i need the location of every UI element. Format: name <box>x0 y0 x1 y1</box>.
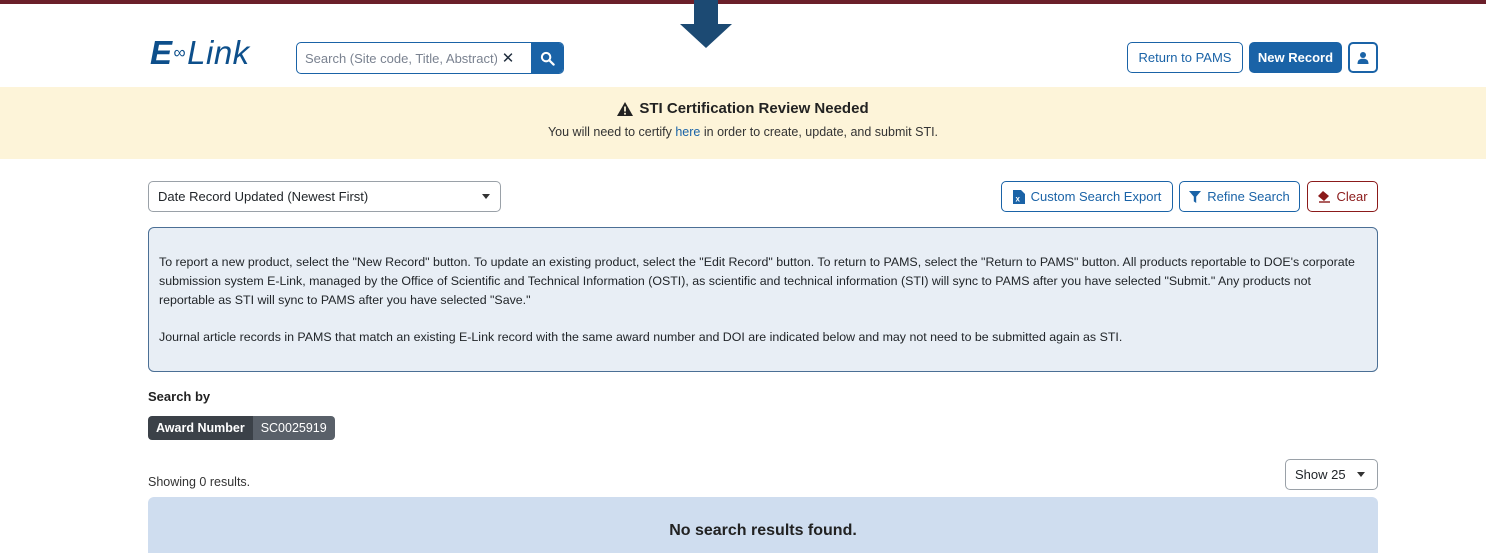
clear-label: Clear <box>1336 189 1368 204</box>
logo-letter-e: E <box>150 34 173 71</box>
search-button[interactable] <box>531 43 563 73</box>
search-box: ✕ <box>296 42 564 74</box>
instructions-panel: To report a new product, select the "New… <box>148 227 1378 372</box>
banner-title-text: STI Certification Review Needed <box>639 100 869 117</box>
filter-icon <box>1189 190 1202 203</box>
results-count: Showing 0 results. <box>148 475 251 489</box>
page-size-value: Show 25 <box>1295 467 1346 482</box>
banner-message-end: in order to create, update, and submit S… <box>700 125 939 139</box>
award-number-filter-chip[interactable]: Award Number SC0025919 <box>148 416 335 440</box>
refine-search-label: Refine Search <box>1207 189 1290 204</box>
return-to-pams-button[interactable]: Return to PAMS <box>1127 42 1243 73</box>
clear-button[interactable]: Clear <box>1307 181 1378 212</box>
chevron-down-icon <box>482 194 490 199</box>
clear-search-icon[interactable]: ✕ <box>497 49 519 67</box>
svg-text:x: x <box>1015 194 1020 203</box>
chevron-down-icon <box>1357 472 1365 477</box>
filter-chip-value: SC0025919 <box>252 416 335 440</box>
banner-message: You will need to certify here in order t… <box>0 125 1486 139</box>
warning-icon <box>617 101 634 116</box>
instructions-paragraph-1: To report a new product, select the "New… <box>159 255 1355 307</box>
banner-title: STI Certification Review Needed <box>0 100 1486 117</box>
eraser-icon <box>1318 190 1331 203</box>
elink-logo[interactable]: E∞Link <box>150 36 250 69</box>
custom-search-export-label: Custom Search Export <box>1030 189 1162 204</box>
search-by-heading: Search by <box>148 389 211 404</box>
excel-file-icon: x <box>1012 189 1025 204</box>
instructions-paragraph-2: Journal article records in PAMS that mat… <box>159 330 1123 344</box>
filter-chip-key: Award Number <box>148 416 253 440</box>
certification-banner: STI Certification Review Needed You will… <box>0 87 1486 159</box>
user-account-button[interactable] <box>1348 42 1378 73</box>
sort-select[interactable]: Date Record Updated (Newest First) <box>148 181 501 212</box>
infinity-icon: ∞ <box>173 43 187 62</box>
no-results-message: No search results found. <box>669 522 857 539</box>
certify-here-link[interactable]: here <box>675 125 700 139</box>
user-icon <box>1357 51 1369 64</box>
new-record-button[interactable]: New Record <box>1249 42 1342 73</box>
search-icon <box>540 51 555 66</box>
custom-search-export-button[interactable]: x Custom Search Export <box>1001 181 1173 212</box>
no-results-panel: No search results found. <box>148 497 1378 553</box>
banner-message-start: You will need to certify <box>547 125 676 139</box>
sort-selected-value: Date Record Updated (Newest First) <box>158 189 369 204</box>
return-to-pams-label: Return to PAMS <box>1138 50 1232 65</box>
new-record-label: New Record <box>1257 50 1334 65</box>
refine-search-button[interactable]: Refine Search <box>1179 181 1300 212</box>
search-input[interactable] <box>297 43 497 73</box>
logo-word-link: Link <box>187 34 250 71</box>
header: E∞Link ✕ Return to PAMS New Record <box>0 4 1486 86</box>
page-size-select[interactable]: Show 25 <box>1285 459 1378 490</box>
